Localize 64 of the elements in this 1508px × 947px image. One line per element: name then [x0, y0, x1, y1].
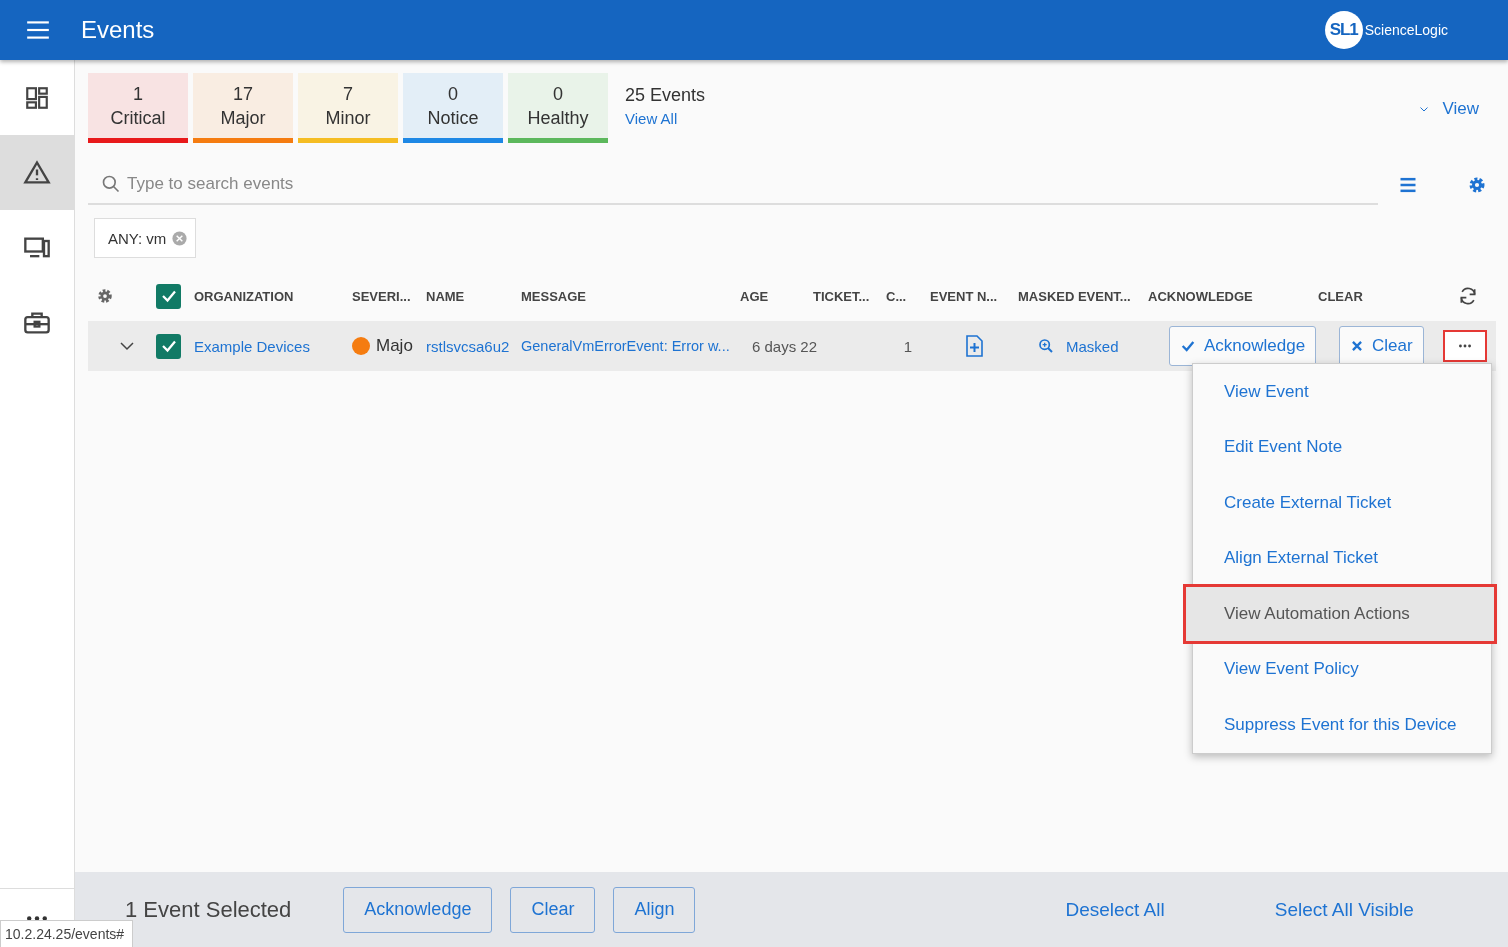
acknowledge-button[interactable]: Acknowledge [1169, 326, 1317, 366]
column-header[interactable]: NAME [426, 288, 521, 304]
sidebar-item[interactable] [0, 135, 74, 210]
refresh-icon[interactable] [1458, 286, 1478, 306]
column-header[interactable]: ORGANIZATION [194, 288, 352, 304]
select-all-checkbox[interactable] [156, 283, 181, 309]
column-header[interactable]: MASKED EVENT... [1018, 288, 1148, 304]
column-header[interactable]: TICKET... [813, 288, 886, 304]
column-header[interactable]: SEVERI... [352, 288, 426, 304]
dashboard-icon [24, 84, 50, 111]
severity-label: Majo [376, 336, 413, 356]
url-tooltip: 10.2.24.25/events# [0, 920, 134, 947]
column-header[interactable]: C... [886, 288, 930, 304]
list-icon [1398, 175, 1418, 195]
row-checkbox[interactable] [156, 333, 181, 359]
page-title: Events [81, 16, 155, 44]
menu-item[interactable]: View Event Policy [1193, 641, 1491, 697]
menu-item[interactable]: View Automation Actions [1185, 586, 1495, 642]
search-field[interactable]: Type to search events [127, 172, 727, 196]
clear-button[interactable]: Clear [1339, 326, 1424, 366]
bulk-action-button[interactable]: Clear [510, 886, 596, 933]
column-header[interactable]: EVENT N... [930, 288, 1018, 304]
bulk-action-button[interactable]: Align [613, 886, 696, 933]
severity-tile[interactable]: 0 Healthy [508, 73, 608, 143]
event-message-link[interactable]: GeneralVmErrorEvent: Error w... [521, 338, 730, 354]
view-dropdown[interactable]: View [1418, 99, 1479, 119]
close-icon [1350, 339, 1364, 353]
column-header[interactable]: MESSAGE [521, 288, 740, 304]
column-header[interactable]: CLEAR [1318, 288, 1440, 304]
bulk-action-button[interactable]: Acknowledge [343, 886, 493, 933]
column-header[interactable]: AGE [740, 288, 813, 304]
menu-item[interactable]: Suppress Event for this Device [1193, 697, 1491, 753]
select-all-visible-link[interactable]: Select All Visible [1274, 898, 1414, 921]
more-icon [1459, 344, 1471, 348]
menu-item[interactable]: Align External Ticket [1193, 530, 1491, 586]
selection-count: 1 Event Selected [125, 896, 292, 923]
severity-tile[interactable]: 17 Major [193, 73, 293, 143]
list-view-button[interactable] [1398, 175, 1418, 195]
menu-item[interactable]: Edit Event Note [1193, 419, 1491, 475]
more-icon[interactable] [27, 915, 47, 921]
column-settings-icon[interactable] [96, 287, 114, 305]
view-all-link[interactable]: View All [625, 110, 706, 127]
settings-button[interactable] [1467, 175, 1487, 195]
event-count: 1 [902, 337, 914, 355]
logo-text: ScienceLogic [1364, 22, 1448, 38]
menu-item[interactable]: Create External Ticket [1193, 475, 1491, 531]
deselect-all-link[interactable]: Deselect All [1065, 898, 1165, 921]
settings-icon [1467, 175, 1487, 195]
severity-tile[interactable]: 0 Notice [403, 73, 503, 143]
logo-mark: SL1 [1324, 11, 1363, 49]
zoom-in-icon [1038, 338, 1054, 354]
severity-tile[interactable]: 1 Critical [88, 73, 188, 143]
check-icon [1180, 338, 1196, 354]
organization-link[interactable]: Example Devices [194, 337, 352, 355]
search-icon [101, 174, 121, 194]
event-total: 25 Events [625, 85, 706, 106]
event-name-link[interactable]: rstlsvcsa6u2 [426, 337, 521, 355]
warning-icon [23, 158, 51, 187]
masked-link[interactable]: Masked [1018, 337, 1148, 355]
filter-chip-label: ANY: vm [108, 229, 167, 247]
severity-tile[interactable]: 7 Minor [298, 73, 398, 143]
column-header[interactable]: ACKNOWLEDGE [1148, 288, 1318, 304]
filter-chip[interactable]: ANY: vm [94, 218, 197, 258]
menu-item[interactable]: View Event [1193, 364, 1491, 420]
